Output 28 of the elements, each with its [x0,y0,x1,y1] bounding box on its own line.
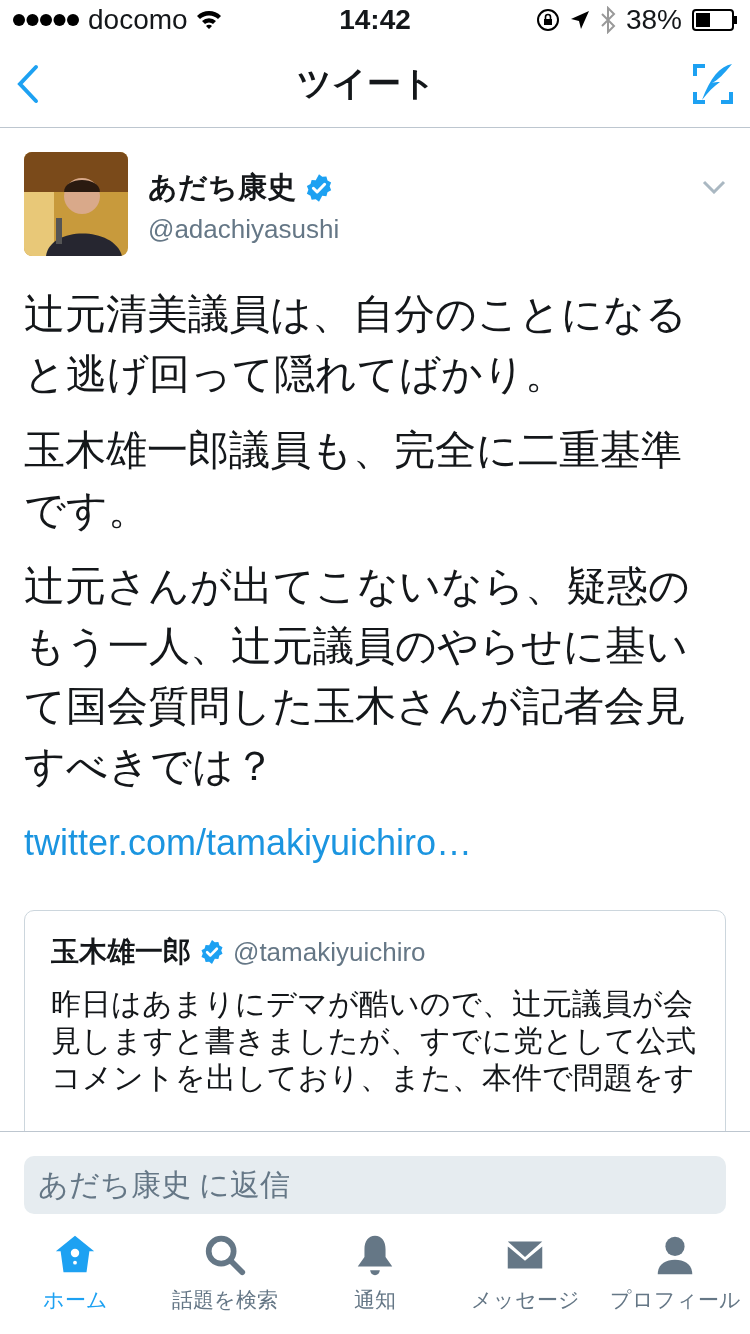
quoted-author-handle: @tamakiyuichiro [233,935,426,969]
author-handle[interactable]: @adachiyasushi [148,209,702,249]
tab-bar-item[interactable]: 話題を検索 [150,1232,300,1316]
page-title: ツイート [296,63,436,104]
location-arrow-icon [569,10,590,30]
chevron-down-icon[interactable] [702,180,726,194]
battery-icon [692,9,738,31]
author-name[interactable]: あだち康史 [148,166,296,210]
signal-icon [12,13,80,27]
compose-icon[interactable] [692,61,734,106]
tab-bar-item[interactable]: 通知 [300,1232,450,1316]
tweet-text: 辻元清美議員は、自分のことになると逃げ回って隠れてばかり。 [24,290,688,399]
quoted-author-name: 玉木雄一郎 [51,935,191,969]
wifi-icon [195,10,222,30]
battery-percent: 38% [625,3,682,37]
tab-bar-item[interactable]: ホーム [0,1232,150,1316]
rotation-lock-icon [535,8,560,32]
quoted-tweet-text: 昨日はあまりにデマが酷いので、辻元議員が会見しますと書きましたが、すでに党として公式コメントを出しており、また、本件で問題をす [51,986,697,1096]
back-icon[interactable] [16,63,40,104]
reply-field[interactable]: あだち康史 に返信 [24,1156,726,1214]
tweet-link[interactable]: twitter.com/tamakiyuichiro… [24,816,473,870]
bluetooth-icon [599,6,616,34]
tweet-text: 玉木雄一郎議員も、完全に二重基準です。 [24,426,683,535]
status-time: 14:42 [339,3,411,37]
tab-bar-item[interactable]: プロフィール [600,1232,750,1316]
tweet-text: 辻元さんが出てこないなら、疑惑のもう一人、辻元議員のやらせに基いて国会質問した玉木さんが記者会見すべきでは？ [24,562,691,791]
carrier-name: docomo [88,3,188,37]
tab-bar-item[interactable]: メッセージ [450,1232,600,1316]
